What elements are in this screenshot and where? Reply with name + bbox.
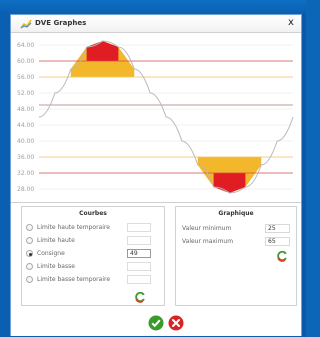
refresh-icon[interactable] (134, 291, 146, 303)
limit-high-label: Limite haute (37, 237, 75, 244)
y-tick-label: 48.00 (17, 106, 34, 113)
courbes-title: Courbes (79, 210, 107, 217)
limit-high-temporary-value[interactable]: 60 (127, 223, 151, 232)
sine-graph: 64.00 60.00 56.00 52.00 48.00 44.00 40.00 36.00… (17, 40, 294, 194)
consigne-label: Consigne (37, 250, 65, 257)
y-tick-label: 44.00 (17, 122, 34, 129)
dve-graphs-window: DVE Graphes x 64.00 60.00 56.00 52.00 48.00 4… (10, 14, 302, 336)
cancel-icon[interactable] (168, 315, 184, 331)
limit-low-temporary-value[interactable]: 32 (127, 275, 151, 284)
dialog-footer (11, 309, 301, 336)
y-tick-label: 28.00 (17, 186, 34, 193)
limit-low-label: Limite basse (37, 263, 75, 270)
limit-high-row[interactable]: Limite haute 55 (26, 236, 162, 249)
y-tick-label: 52.00 (17, 90, 34, 97)
chart-icon (20, 19, 32, 29)
graphique-title: Graphique (218, 210, 254, 217)
refresh-icon[interactable] (276, 250, 288, 262)
consigne-radio[interactable] (26, 250, 33, 257)
maximum-value-input[interactable]: 65 (265, 237, 290, 246)
limit-high-temporary-label: Limite haute temporaire (37, 224, 110, 231)
y-tick-label: 64.00 (17, 42, 34, 49)
window-right-background (302, 14, 306, 337)
limit-low-temporary-radio[interactable] (26, 276, 33, 283)
minimum-value-input[interactable]: 25 (265, 224, 290, 233)
y-tick-label: 56.00 (17, 74, 34, 81)
limit-high-temporary-row[interactable]: Limite haute temporaire 60 (26, 223, 162, 236)
window-titlebar[interactable]: DVE Graphes x (11, 15, 301, 33)
check-icon[interactable] (148, 315, 164, 331)
limit-low-temporary-row[interactable]: Limite basse temporaire 32 (26, 275, 162, 288)
limit-low-temporary-label: Limite basse temporaire (37, 276, 111, 283)
limit-high-value[interactable]: 55 (127, 236, 151, 245)
limit-high-temporary-radio[interactable] (26, 224, 33, 231)
window-title: DVE Graphes (35, 19, 87, 27)
y-tick-label: 40.00 (17, 138, 34, 145)
limit-high-radio[interactable] (26, 237, 33, 244)
graphique-panel: Graphique Valeur minimum 25 Valeur maxim… (175, 206, 297, 306)
courbes-panel: Courbes Limite haute temporaire 60 Limit… (21, 206, 165, 306)
close-icon[interactable]: x (285, 16, 297, 30)
maximum-value-label: Valeur maximum (182, 238, 234, 245)
desktop: DVE Graphes x 64.00 60.00 56.00 52.00 48.00 4… (0, 0, 306, 337)
window-left-background (0, 14, 10, 337)
desktop-strip (0, 0, 306, 14)
graph-chart-area: 64.00 60.00 56.00 52.00 48.00 44.00 40.00 36.00… (11, 33, 301, 203)
y-tick-label: 32.00 (17, 170, 34, 177)
limit-low-row[interactable]: Limite basse 35 (26, 262, 162, 275)
minimum-value-label: Valeur minimum (182, 225, 232, 232)
settings-panels: Courbes Limite haute temporaire 60 Limit… (21, 206, 297, 306)
limit-low-radio[interactable] (26, 263, 33, 270)
y-tick-label: 60.00 (17, 58, 34, 65)
consigne-row[interactable]: Consigne 49 (26, 249, 162, 262)
limit-low-value[interactable]: 35 (127, 262, 151, 271)
y-tick-label: 36.00 (17, 154, 34, 161)
consigne-value[interactable]: 49 (127, 249, 151, 258)
y-axis-ticks: 64.00 60.00 56.00 52.00 48.00 44.00 40.00 36.00… (17, 42, 34, 193)
